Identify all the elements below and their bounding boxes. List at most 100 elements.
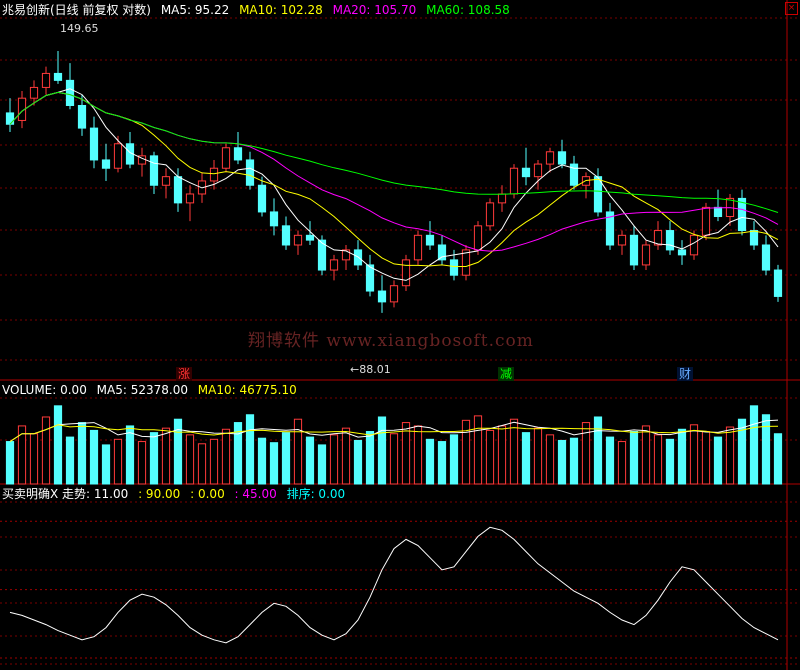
candle-up: [209, 167, 219, 182]
candle-up: [161, 176, 171, 186]
volume-bar: [653, 434, 663, 485]
volume-bar: [557, 439, 567, 485]
candle-down: [773, 269, 783, 297]
indicator-level-45-legend: : 45.00: [234, 487, 277, 501]
volume-bar: [161, 427, 171, 485]
candle-down: [749, 230, 759, 246]
volume-bar: [509, 418, 519, 485]
volume-bar: [569, 437, 579, 485]
volume-bar: [665, 438, 675, 485]
volume-bar: [17, 425, 27, 485]
candle-up: [485, 202, 495, 227]
candle-down: [305, 234, 315, 241]
candle-up: [689, 234, 699, 256]
volume-bar: [545, 434, 555, 485]
ma20-line: [9, 91, 779, 252]
volume-bar: [401, 422, 411, 485]
candle-down: [149, 155, 159, 186]
ma60-line: [9, 91, 779, 213]
volume-bar: [629, 431, 639, 485]
volume-bar: [245, 414, 255, 485]
volume-bar: [185, 434, 195, 485]
close-icon[interactable]: ×: [785, 2, 798, 15]
volume-bar: [53, 405, 63, 485]
volume-bar: [5, 441, 15, 485]
candle-up: [497, 193, 507, 204]
indicator-level-90-legend: : 90.00: [138, 487, 181, 501]
volume-bar: [77, 422, 87, 485]
main-panel-header: 兆易创新(日线 前复权 对数) MA5: 95.22 MA10: 102.28 …: [2, 2, 516, 18]
volume-bar: [101, 444, 111, 485]
stock-chart: 兆易创新(日线 前复权 对数) MA5: 95.22 MA10: 102.28 …: [0, 0, 800, 670]
ma20-legend: MA20: 105.70: [332, 3, 417, 17]
volume-bar: [413, 425, 423, 485]
candle-down: [269, 211, 279, 227]
candle-up: [389, 285, 399, 303]
volume-bar: [281, 432, 291, 485]
candle-up: [533, 163, 543, 178]
event-mark-finance[interactable]: 财: [677, 367, 693, 381]
indicator-trend-legend: 买卖明确X 走势: 11.00: [2, 487, 129, 501]
volume-bar: [89, 429, 99, 485]
volume-bar: [269, 442, 279, 485]
candle-up: [113, 143, 123, 169]
volume-bar: [605, 436, 615, 485]
candle-down: [713, 206, 723, 218]
volume-bar: [377, 416, 387, 485]
volume-bar: [329, 434, 339, 485]
volume-bar: [65, 436, 75, 485]
candle-down: [77, 104, 87, 129]
volume-bar: [257, 437, 267, 485]
event-mark-reduce[interactable]: 减: [498, 367, 514, 381]
watermark: 翔博软件 www.xiangbosoft.com: [248, 331, 534, 351]
ma5-legend: MA5: 95.22: [160, 3, 230, 17]
volume-bar: [209, 438, 219, 485]
volume-bar: [713, 436, 723, 485]
candle-up: [641, 244, 651, 266]
volume-bars: [5, 405, 783, 485]
volume-bar: [425, 438, 435, 485]
candle-up: [293, 234, 303, 246]
candle-down: [101, 159, 111, 169]
volume-bar: [221, 428, 231, 485]
moving-average-lines: [9, 88, 779, 281]
candle-down: [89, 127, 99, 161]
volume-bar: [725, 426, 735, 485]
volume-bar: [41, 416, 51, 485]
low-price-label: ←88.01: [350, 363, 391, 376]
event-mark-rise[interactable]: 涨: [176, 367, 192, 381]
volume-bar: [137, 441, 147, 485]
volume-bar: [593, 416, 603, 485]
volume-panel-header: VOLUME: 0.00 MA5: 52378.00 MA10: 46775.1…: [2, 382, 303, 398]
volume-bar: [473, 415, 483, 485]
volume-bar: [113, 438, 123, 485]
peak-price-label: 149.65: [60, 22, 99, 35]
volume-bar: [197, 443, 207, 485]
volume-legend: VOLUME: 0.00: [2, 383, 87, 397]
candle-up: [545, 151, 555, 165]
stock-title: 兆易创新(日线 前复权 对数): [2, 3, 151, 17]
candle-up: [617, 234, 627, 246]
candle-up: [473, 225, 483, 251]
candle-up: [509, 167, 519, 195]
candle-down: [53, 72, 63, 81]
volume-bar: [533, 427, 543, 485]
candle-up: [41, 72, 51, 88]
volume-bar: [389, 433, 399, 485]
volume-bar: [485, 429, 495, 485]
volume-bar: [617, 441, 627, 485]
indicator-panel-header: 买卖明确X 走势: 11.00 : 90.00 : 0.00 : 45.00 排…: [2, 486, 351, 502]
volume-bar: [173, 418, 183, 485]
volume-bar: [29, 433, 39, 485]
indicator-sort-legend: 排序: 0.00: [286, 487, 346, 501]
candle-down: [761, 244, 771, 271]
volume-bar: [521, 432, 531, 485]
volume-ma5-legend: MA5: 52378.00: [96, 383, 188, 397]
volume-bar: [125, 425, 135, 485]
volume-bar: [761, 414, 771, 485]
candle-down: [521, 167, 531, 178]
candle-up: [329, 259, 339, 271]
candle-down: [557, 151, 567, 165]
candle-down: [65, 79, 75, 106]
candle-down: [449, 259, 459, 276]
